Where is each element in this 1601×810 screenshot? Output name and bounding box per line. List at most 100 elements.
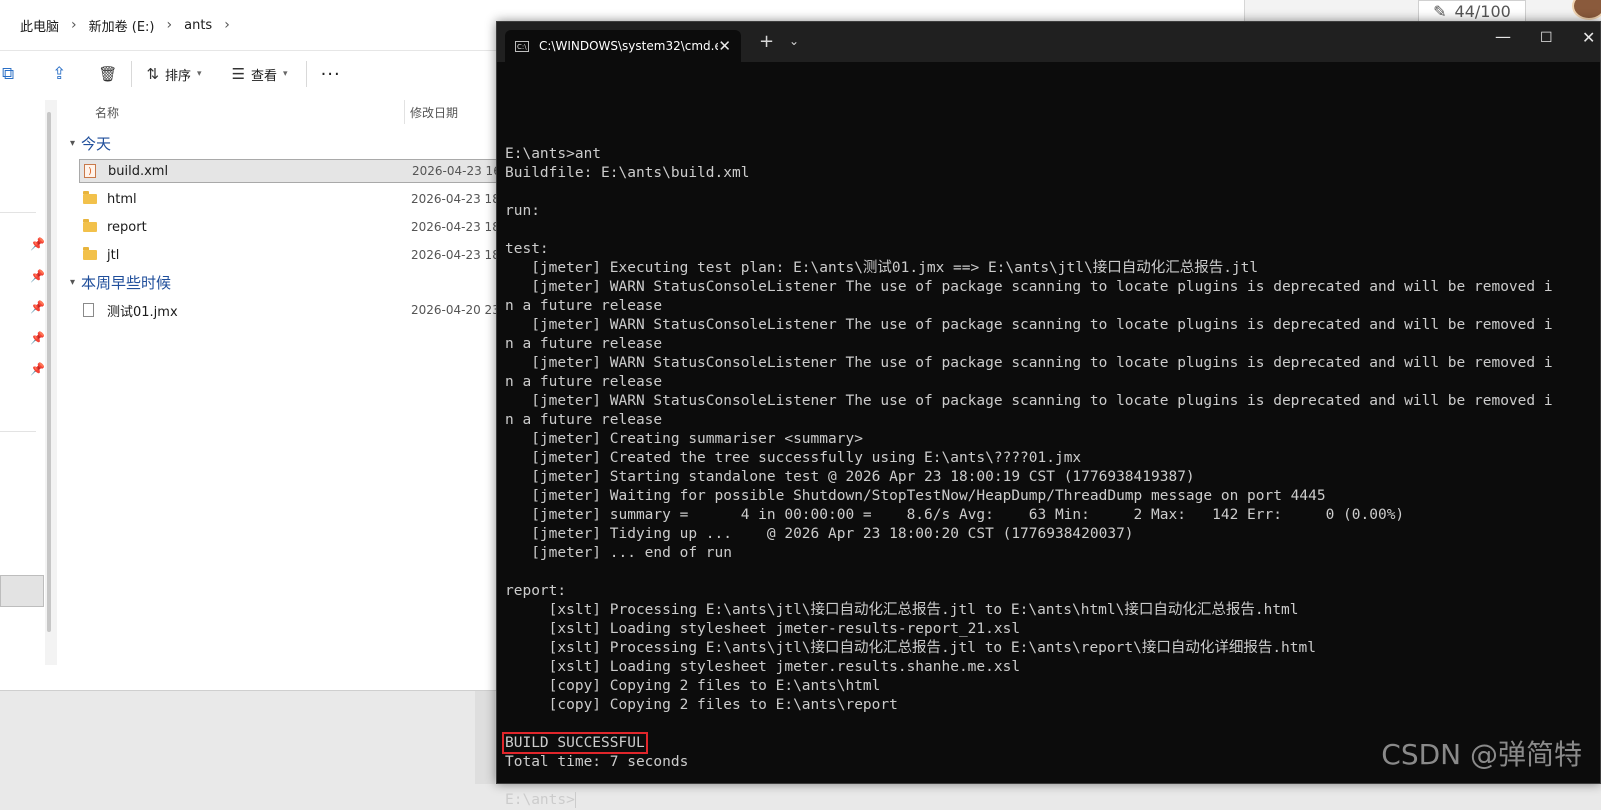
terminal-line: [jmeter] ... end of run: [505, 545, 732, 561]
file-name: report: [107, 219, 147, 235]
file-date: 2026-04-23 18:: [411, 220, 504, 234]
terminal-line: E:\ants>ant: [505, 146, 602, 162]
counter-text: 44/100: [1454, 1, 1511, 21]
share-button[interactable]: ⇪: [44, 58, 74, 90]
nav-scrollbar[interactable]: [47, 112, 51, 632]
terminal-line: [jmeter] WARN StatusConsoleListener The …: [505, 355, 1553, 371]
group-earlier-this-week[interactable]: ▾ 本周早些时候: [70, 272, 171, 293]
watermark: CSDN @弹简特: [1381, 738, 1582, 771]
terminal-line: n a future release: [505, 336, 663, 352]
nav-divider: [0, 212, 36, 213]
column-header-date[interactable]: 修改日期: [410, 104, 458, 121]
desktop-strip: [475, 690, 495, 784]
xml-file-icon: ): [84, 164, 100, 178]
list-item[interactable]: jtl 2026-04-23 18:: [79, 243, 509, 267]
view-button[interactable]: ☰ 查看 ▾: [224, 58, 296, 90]
terminal-titlebar[interactable]: C:\ C:\WINDOWS\system32\cmd.e ✕ + ⌄ — ☐ …: [497, 22, 1600, 62]
close-icon[interactable]: ✕: [718, 37, 731, 55]
list-item[interactable]: ) build.xml 2026-04-23 16:: [79, 159, 509, 183]
pin-icon[interactable]: 📌: [30, 300, 45, 314]
file-date: 2026-04-23 18:: [411, 248, 504, 262]
chevron-right-icon[interactable]: ›: [65, 17, 83, 33]
file-date: 2026-04-20 23:: [411, 303, 504, 317]
breadcrumb-item-ants[interactable]: ants: [178, 18, 218, 33]
chevron-right-icon[interactable]: ›: [161, 17, 179, 33]
tab-title: C:\WINDOWS\system32\cmd.e: [539, 39, 719, 53]
chevron-down-icon: ▾: [70, 277, 76, 288]
list-item[interactable]: 测试01.jmx 2026-04-20 23:: [79, 298, 509, 322]
terminal-line: [copy] Copying 2 files to E:\ants\report: [505, 697, 898, 713]
breadcrumb-item-drive[interactable]: 新加卷 (E:): [83, 16, 161, 35]
view-label: 查看: [251, 68, 278, 84]
terminal-line: [jmeter] Starting standalone test @ 2026…: [505, 469, 1195, 485]
terminal-line: n a future release: [505, 298, 663, 314]
terminal-line: [copy] Copying 2 files to E:\ants\html: [505, 678, 881, 694]
new-tab-button[interactable]: +: [759, 31, 774, 52]
list-item[interactable]: report 2026-04-23 18:: [79, 215, 509, 239]
column-header-name[interactable]: 名称: [95, 104, 119, 121]
file-name: build.xml: [108, 163, 169, 179]
navigation-pane: 📌 📌 📌 📌 📌: [0, 97, 48, 690]
toolbar-divider: [131, 61, 133, 87]
file-name: html: [107, 191, 137, 207]
minimize-button[interactable]: —: [1495, 27, 1511, 46]
pencil-icon: ✎: [1433, 1, 1447, 21]
chevron-down-icon: ▾: [70, 138, 76, 149]
terminal-line: [jmeter] WARN StatusConsoleListener The …: [505, 317, 1553, 333]
column-divider[interactable]: [404, 100, 405, 124]
file-date: 2026-04-23 16:: [412, 164, 505, 178]
command-prompt: E:\ants>: [505, 792, 575, 808]
cmd-icon: C:\: [515, 40, 529, 52]
terminal-output[interactable]: E:\ants>ant Buildfile: E:\ants\build.xml …: [502, 88, 1592, 810]
maximize-button[interactable]: ☐: [1540, 30, 1553, 46]
nav-item-selected[interactable]: [0, 575, 44, 607]
more-icon: ···: [320, 63, 341, 85]
file-name: jtl: [107, 247, 120, 263]
terminal-log: E:\ants>ant Buildfile: E:\ants\build.xml …: [505, 126, 1592, 734]
pin-icon[interactable]: 📌: [30, 362, 45, 376]
sort-label: 排序: [165, 68, 192, 84]
terminal-line: [jmeter] Tidying up ... @ 2026 Apr 23 18…: [505, 526, 1134, 542]
terminal-line: report:: [505, 583, 567, 599]
group-today[interactable]: ▾ 今天: [70, 133, 111, 154]
background-counter: ✎ 44/100: [1418, 0, 1526, 22]
chevron-right-icon[interactable]: ›: [218, 17, 236, 33]
terminal-tab[interactable]: C:\ C:\WINDOWS\system32\cmd.e ✕: [505, 30, 741, 62]
terminal-line: [xslt] Processing E:\ants\jtl\接口自动化汇总报告.…: [505, 602, 1299, 618]
breadcrumb-item-this-pc[interactable]: 此电脑: [14, 16, 65, 35]
pin-icon[interactable]: 📌: [30, 269, 45, 283]
delete-button[interactable]: 🗑: [90, 58, 125, 90]
terminal-line: [xslt] Loading stylesheet jmeter.results…: [505, 659, 1021, 675]
terminal-line: [jmeter] Waiting for possible Shutdown/S…: [505, 488, 1326, 504]
list-item[interactable]: html 2026-04-23 18:: [79, 187, 509, 211]
pin-icon[interactable]: 📌: [30, 237, 45, 251]
group-label: 本周早些时候: [81, 274, 172, 292]
view-list-icon: ☰: [231, 65, 246, 83]
terminal-line: n a future release: [505, 374, 663, 390]
folder-icon: [83, 247, 99, 260]
close-window-button[interactable]: ✕: [1582, 28, 1595, 47]
share-icon: ⇪: [52, 64, 67, 84]
pin-icon[interactable]: 📌: [30, 331, 45, 345]
terminal-line: [jmeter] summary = 4 in 00:00:00 = 8.6/s…: [505, 507, 1405, 523]
terminal-line: [xslt] Processing E:\ants\jtl\接口自动化汇总报告.…: [505, 640, 1316, 656]
more-button[interactable]: ···: [313, 58, 349, 90]
build-status: BUILD SUCCESSFUL: [502, 732, 648, 754]
chevron-down-icon: ▾: [283, 69, 288, 79]
file-date: 2026-04-23 18:: [411, 192, 504, 206]
chevron-down-icon[interactable]: ⌄: [789, 34, 799, 48]
text-cursor: [574, 792, 576, 808]
sort-button[interactable]: ⇅ 排序 ▾: [138, 58, 209, 90]
terminal-line: [jmeter] WARN StatusConsoleListener The …: [505, 279, 1553, 295]
translate-button[interactable]: ⧉: [0, 58, 22, 90]
terminal-window[interactable]: C:\ C:\WINDOWS\system32\cmd.e ✕ + ⌄ — ☐ …: [496, 21, 1601, 808]
column-headers: 名称 修改日期: [62, 100, 502, 124]
translate-icon: ⧉: [2, 64, 15, 84]
terminal-line: test:: [505, 241, 549, 257]
terminal-line: Buildfile: E:\ants\build.xml: [505, 165, 750, 181]
